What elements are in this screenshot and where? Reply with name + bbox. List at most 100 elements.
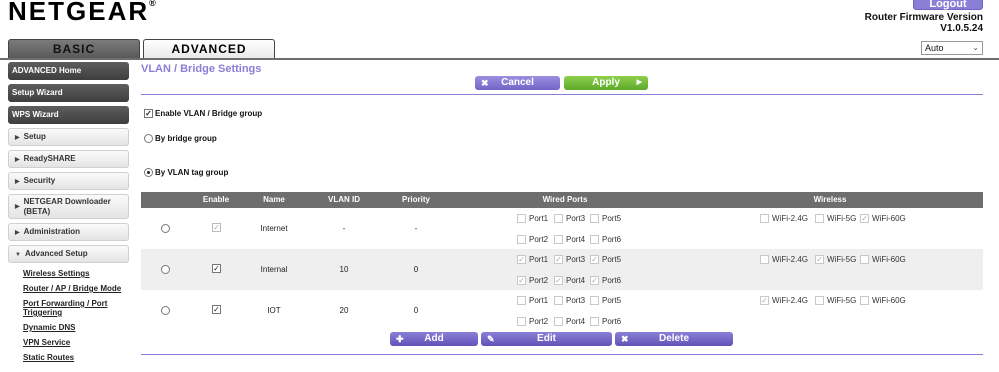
sidebar-item-readyshare[interactable]: ▶ ReadySHARE xyxy=(8,150,129,168)
port3-option[interactable]: ✓ Port3 xyxy=(554,255,585,264)
sidebar-item-advanced-setup[interactable]: ▼ Advanced Setup xyxy=(8,245,129,263)
sidebar-sub-wireless-settings[interactable]: Wireless Settings xyxy=(8,269,129,278)
wifi-2-4g-option[interactable]: ✓ WiFi-2.4G xyxy=(760,296,808,305)
port3-checkbox[interactable]: ✓ xyxy=(554,255,563,264)
wifi-60g-option[interactable]: WiFi-60G xyxy=(860,255,906,264)
enable-vlan-group-checkbox[interactable]: ✓ xyxy=(144,109,153,118)
port5-option[interactable]: ✓ Port5 xyxy=(590,255,621,264)
wifi-2-4g-option[interactable]: WiFi-2.4G xyxy=(760,214,808,223)
wifi-60g-checkbox[interactable] xyxy=(860,255,869,264)
port2-checkbox[interactable]: ✓ xyxy=(517,276,526,285)
sidebar-sub-port-triggering[interactable]: Triggering xyxy=(8,308,129,317)
wifi-2-4g-checkbox[interactable]: ✓ xyxy=(760,296,769,305)
row-priority: - xyxy=(414,224,418,233)
sidebar-item-advanced-home[interactable]: ADVANCED Home xyxy=(8,62,129,80)
port4-checkbox[interactable] xyxy=(554,235,563,244)
port3-checkbox[interactable] xyxy=(554,214,563,223)
port5-checkbox[interactable]: ✓ xyxy=(590,255,599,264)
triangle-right-icon: ▶ xyxy=(15,230,20,236)
sidebar-item-wps-wizard[interactable]: WPS Wizard xyxy=(8,106,129,124)
wifi-60g-option[interactable]: ✓ WiFi-60G xyxy=(860,214,906,223)
table-row: ✓ IOT 20 0 Port1 Port3 Port5 Port2 Port4… xyxy=(141,290,983,331)
wifi-60g-option[interactable]: WiFi-60G xyxy=(860,296,906,305)
port2-option[interactable]: Port2 xyxy=(517,317,548,326)
plus-icon: ✚ xyxy=(396,334,404,344)
port4-option[interactable]: Port4 xyxy=(554,317,585,326)
port1-checkbox[interactable] xyxy=(517,296,526,305)
row-select-radio[interactable] xyxy=(161,306,170,315)
port5-option[interactable]: Port5 xyxy=(590,296,621,305)
by-bridge-group-radio[interactable] xyxy=(144,134,153,143)
wifi-5g-checkbox[interactable] xyxy=(815,214,824,223)
sidebar-item-setup[interactable]: ▶ Setup xyxy=(8,128,129,146)
wifi-2-4g-checkbox[interactable] xyxy=(760,255,769,264)
wifi-5g-option[interactable]: WiFi-5G xyxy=(815,296,856,305)
wifi-5g-checkbox[interactable] xyxy=(815,296,824,305)
sidebar-item-downloader[interactable]: ▶ NETGEAR Downloader (BETA) xyxy=(8,194,129,219)
port6-checkbox[interactable] xyxy=(590,235,599,244)
port1-option[interactable]: Port1 xyxy=(517,296,548,305)
row-enable-checkbox[interactable]: ✓ xyxy=(212,305,221,314)
wifi-2-4g-option[interactable]: WiFi-2.4G xyxy=(760,255,808,264)
port1-option[interactable]: ✓ Port1 xyxy=(517,255,548,264)
wifi-60g-checkbox[interactable]: ✓ xyxy=(860,214,869,223)
enable-vlan-group-option[interactable]: ✓ Enable VLAN / Bridge group xyxy=(144,109,262,118)
row-select-radio[interactable] xyxy=(161,224,170,233)
wifi-60g-checkbox[interactable] xyxy=(860,296,869,305)
port1-checkbox[interactable]: ✓ xyxy=(517,255,526,264)
sidebar-sub-static-routes[interactable]: Static Routes xyxy=(8,353,129,362)
sidebar-sub-port-forwarding[interactable]: Port Forwarding / Port xyxy=(8,299,129,308)
sidebar-sub-vpn-service[interactable]: VPN Service xyxy=(8,338,129,347)
port2-option[interactable]: Port2 xyxy=(517,235,548,244)
logout-button[interactable]: Logout xyxy=(913,0,983,10)
triangle-right-icon: ▶ xyxy=(15,157,20,163)
row-enable-checkbox[interactable]: ✓ xyxy=(212,223,221,232)
port2-option[interactable]: ✓ Port2 xyxy=(517,276,548,285)
tab-advanced[interactable]: ADVANCED xyxy=(143,39,275,58)
port6-checkbox[interactable]: ✓ xyxy=(590,276,599,285)
wifi-5g-option[interactable]: ✓ WiFi-5G xyxy=(815,255,856,264)
sidebar-item-security[interactable]: ▶ Security xyxy=(8,172,129,190)
row-enable-checkbox[interactable]: ✓ xyxy=(212,264,221,273)
vlan-table: Enable Name VLAN ID Priority Wired Ports… xyxy=(141,192,983,331)
edit-button[interactable]: ✎ Edit xyxy=(481,332,612,346)
port1-checkbox[interactable] xyxy=(517,214,526,223)
wifi-5g-checkbox[interactable]: ✓ xyxy=(815,255,824,264)
divider xyxy=(141,94,983,95)
port3-option[interactable]: Port3 xyxy=(554,296,585,305)
by-vlan-tag-group-option[interactable]: By VLAN tag group xyxy=(144,168,228,177)
sidebar-sub-router-ap-bridge-mode[interactable]: Router / AP / Bridge Mode xyxy=(8,284,129,293)
wifi-5g-option[interactable]: WiFi-5G xyxy=(815,214,856,223)
port2-checkbox[interactable] xyxy=(517,235,526,244)
sidebar-item-setup-wizard[interactable]: Setup Wizard xyxy=(8,84,129,102)
row-select-radio[interactable] xyxy=(161,265,170,274)
port4-option[interactable]: ✓ Port4 xyxy=(554,276,585,285)
port3-checkbox[interactable] xyxy=(554,296,563,305)
port4-checkbox[interactable] xyxy=(554,317,563,326)
firmware-label: Router Firmware Version xyxy=(864,12,983,23)
by-bridge-group-option[interactable]: By bridge group xyxy=(144,134,217,143)
port4-option[interactable]: Port4 xyxy=(554,235,585,244)
port3-option[interactable]: Port3 xyxy=(554,214,585,223)
port5-option[interactable]: Port5 xyxy=(590,214,621,223)
by-vlan-tag-group-radio[interactable] xyxy=(144,168,153,177)
port6-option[interactable]: ✓ Port6 xyxy=(590,276,621,285)
port5-checkbox[interactable] xyxy=(590,296,599,305)
wifi-2-4g-checkbox[interactable] xyxy=(760,214,769,223)
sidebar-item-administration[interactable]: ▶ Administration xyxy=(8,223,129,241)
port5-checkbox[interactable] xyxy=(590,214,599,223)
port1-option[interactable]: Port1 xyxy=(517,214,548,223)
cancel-button[interactable]: ✖ Cancel xyxy=(475,76,560,90)
port6-checkbox[interactable] xyxy=(590,317,599,326)
port6-option[interactable]: Port6 xyxy=(590,235,621,244)
port2-checkbox[interactable] xyxy=(517,317,526,326)
tab-basic[interactable]: BASIC xyxy=(8,39,140,58)
add-button[interactable]: ✚ Add xyxy=(390,332,478,346)
port6-option[interactable]: Port6 xyxy=(590,317,621,326)
port4-checkbox[interactable]: ✓ xyxy=(554,276,563,285)
delete-button[interactable]: ✖ Delete xyxy=(615,332,733,346)
apply-button[interactable]: Apply ▶ xyxy=(564,76,648,90)
language-select[interactable]: Auto ⌄ xyxy=(921,41,983,55)
sidebar-sub-dynamic-dns[interactable]: Dynamic DNS xyxy=(8,323,129,332)
triangle-right-icon: ▶ xyxy=(15,179,20,185)
